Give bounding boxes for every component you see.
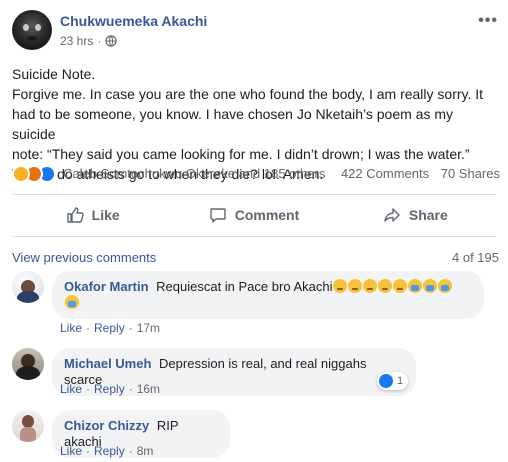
- commenter-avatar[interactable]: [12, 271, 44, 303]
- reaction-icons[interactable]: [12, 165, 56, 183]
- comment-button[interactable]: Comment: [173, 198, 334, 232]
- comment-reply-link[interactable]: Reply: [94, 321, 125, 335]
- comment-like-link[interactable]: Like: [60, 382, 82, 396]
- share-icon: [384, 208, 400, 222]
- comment-meta: Like · Reply · 8m: [60, 444, 154, 458]
- commenter-avatar[interactable]: [12, 410, 44, 442]
- like-label: Like: [91, 207, 120, 223]
- post-counts: 422 Comments 70 Shares: [341, 166, 500, 181]
- comment-text: Requiescat in Pace bro Akachi: [156, 279, 333, 294]
- commenter-name[interactable]: Okafor Martin: [64, 279, 149, 294]
- reaction-names[interactable]: Caleb Somtochukwu Okereke and 185 others: [63, 166, 325, 181]
- share-count[interactable]: 70 Shares: [441, 166, 500, 181]
- divider: [12, 194, 496, 195]
- comment-time[interactable]: 16m: [137, 382, 160, 396]
- sad-face-emoji: [393, 279, 408, 293]
- comment-reaction-badge[interactable]: 1: [377, 372, 409, 390]
- post-line: note: “They said you came looking for me…: [12, 146, 470, 162]
- comment-bubble: Okafor Martin Requiescat in Pace bro Aka…: [52, 271, 484, 319]
- sad-face-emoji: [363, 279, 378, 293]
- comment-time[interactable]: 8m: [137, 444, 154, 458]
- post-line: Suicide Note.: [12, 66, 96, 82]
- view-previous-comments-link[interactable]: View previous comments: [12, 250, 156, 265]
- sad-reaction-icon: [12, 165, 30, 183]
- comment-item: Michael Umeh Depression is real, and rea…: [12, 348, 498, 398]
- post-line: Forgive me. In case you are the one who …: [12, 86, 484, 102]
- crying-face-emoji: [423, 279, 438, 293]
- comment-count[interactable]: 422 Comments: [341, 166, 429, 181]
- sad-face-emoji: [348, 279, 363, 293]
- comment-meta: Like · Reply · 17m: [60, 321, 161, 335]
- comment-time[interactable]: 17m: [137, 321, 160, 335]
- sad-face-emoji: [333, 279, 348, 293]
- more-options-icon[interactable]: •••: [478, 12, 498, 30]
- post-header: Chukwuemeka Akachi 23 hrs · •••: [12, 10, 498, 54]
- comment-reply-link[interactable]: Reply: [94, 382, 125, 396]
- thumbs-up-icon: [66, 207, 84, 223]
- post-actions: Like Comment Share: [12, 198, 496, 232]
- comment-item: Okafor Martin Requiescat in Pace bro Aka…: [12, 271, 498, 335]
- author-name[interactable]: Chukwuemeka Akachi: [60, 13, 207, 29]
- commenter-name[interactable]: Chizor Chizzy: [64, 418, 149, 433]
- comment-reaction-count: 1: [397, 375, 404, 387]
- post-meta: 23 hrs ·: [60, 34, 117, 48]
- author-avatar[interactable]: [12, 10, 52, 50]
- comment-meta: Like · Reply · 16m: [60, 382, 161, 396]
- comment-like-link[interactable]: Like: [60, 444, 82, 458]
- comment-like-link[interactable]: Like: [60, 321, 82, 335]
- comment-reply-link[interactable]: Reply: [94, 444, 125, 458]
- post-line: had to be someone, you know. I have chos…: [12, 106, 453, 142]
- share-label: Share: [408, 207, 448, 223]
- sad-face-emoji: [378, 279, 393, 293]
- crying-face-emoji: [65, 295, 79, 309]
- like-button[interactable]: Like: [12, 198, 173, 232]
- comment-item: Chizor Chizzy RIP akachi Like · Reply · 8m: [12, 410, 498, 460]
- commenter-avatar[interactable]: [12, 348, 44, 380]
- crying-face-emoji: [438, 279, 453, 293]
- like-reaction-icon: [379, 374, 393, 388]
- share-button[interactable]: Share: [335, 198, 496, 232]
- commenter-name[interactable]: Michael Umeh: [64, 356, 151, 371]
- meta-separator: ·: [97, 34, 102, 48]
- comment-icon: [210, 208, 226, 223]
- globe-icon: [105, 35, 117, 47]
- comments-pagination-count: 4 of 195: [452, 250, 499, 265]
- comment-label: Comment: [234, 207, 300, 223]
- reactions-summary: Caleb Somtochukwu Okereke and 185 others…: [12, 164, 500, 184]
- divider: [12, 236, 496, 237]
- post-time[interactable]: 23 hrs: [60, 34, 93, 48]
- crying-face-emoji: [408, 279, 423, 293]
